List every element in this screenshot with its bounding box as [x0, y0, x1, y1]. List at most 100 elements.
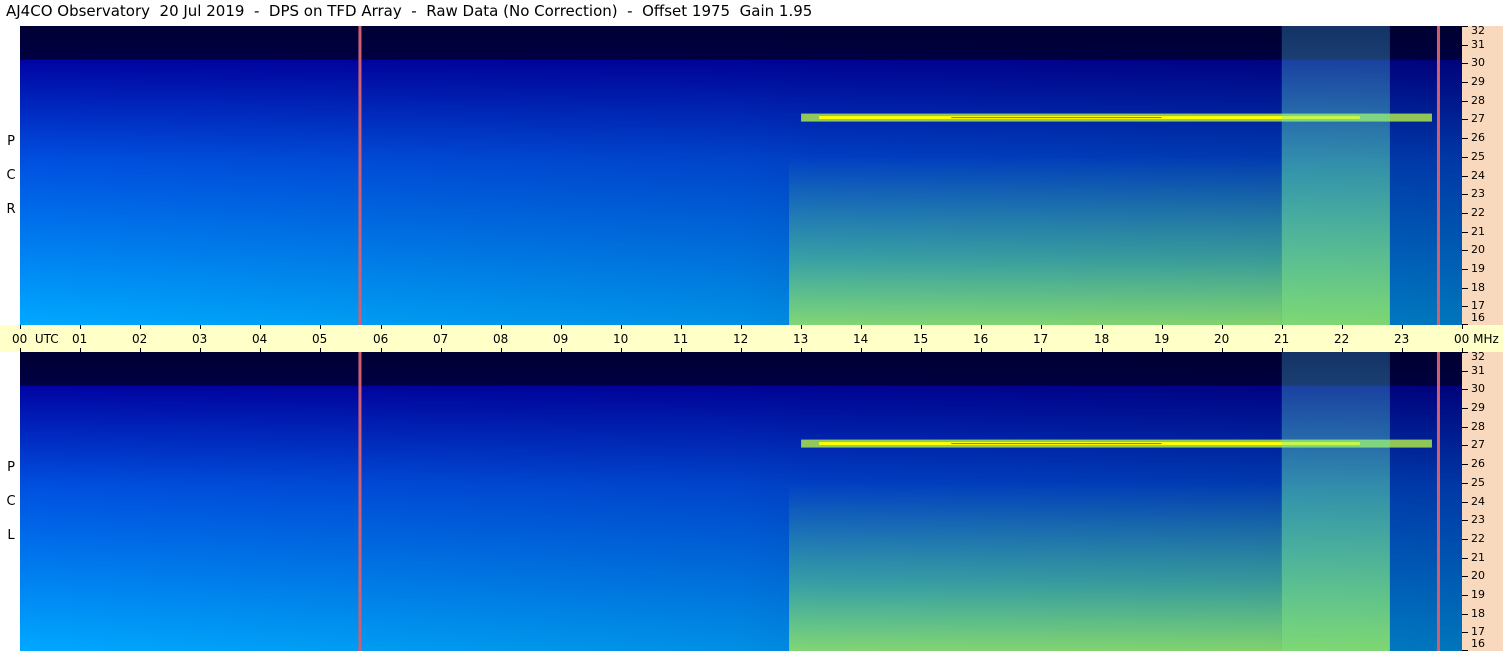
rcp-label-strip: R C P — [0, 26, 20, 325]
rcp-freq-label: 26 — [1471, 131, 1485, 145]
rcp-freq-tick — [1462, 268, 1468, 270]
time-tick-bottom — [861, 348, 862, 352]
time-label: 02 — [132, 332, 148, 346]
rcp-freq-tick — [1462, 250, 1468, 252]
rcp-freq-label: 29 — [1471, 75, 1485, 89]
time-tick-bottom — [1222, 348, 1223, 352]
rcp-freq-tick — [1462, 26, 1468, 27]
lcp-strong-band-peak — [951, 443, 1162, 445]
rcp-spectrogram — [20, 26, 1462, 325]
lcp-freq-tick — [1462, 576, 1468, 578]
rcp-letter-p: P — [7, 134, 15, 149]
lcp-letter-c: C — [6, 494, 16, 509]
rcp-freq-label: 30 — [1471, 56, 1485, 70]
time-tick-top — [621, 325, 622, 329]
rcp-marker-line-0 — [358, 26, 362, 325]
rcp-freq-tick — [1462, 138, 1468, 140]
rcp-freq-label: 16 — [1471, 311, 1485, 324]
rcp-freq-tick — [1462, 82, 1468, 84]
lcp-broadband-burst — [1281, 352, 1390, 651]
time-tick-bottom — [621, 348, 622, 352]
time-tick-top — [861, 325, 862, 329]
time-tick-bottom — [501, 348, 502, 352]
time-tick-top — [801, 325, 802, 329]
rcp-freq-label: 32 — [1471, 24, 1485, 37]
lcp-freq-tick — [1462, 538, 1468, 540]
time-tick-bottom — [1041, 348, 1042, 352]
time-tick-top — [681, 325, 682, 329]
rcp-freq-label: 31 — [1471, 37, 1485, 51]
time-tick-bottom — [260, 348, 261, 352]
time-tick-bottom — [1282, 348, 1283, 352]
rcp-daytime-brightening — [789, 156, 1282, 325]
time-label: 16 — [973, 332, 989, 346]
time-tick-top — [1342, 325, 1343, 329]
time-tick-bottom — [1102, 348, 1103, 352]
time-tick-bottom — [981, 348, 982, 352]
time-label: 17 — [1033, 332, 1049, 346]
lcp-freq-label: 24 — [1471, 494, 1485, 508]
lcp-letter-l: L — [7, 528, 15, 543]
lcp-freq-label: 18 — [1471, 606, 1485, 620]
time-tick-bottom — [20, 348, 21, 352]
lcp-freq-label: 21 — [1471, 550, 1485, 564]
lcp-letter-p: P — [7, 460, 15, 475]
time-tick-bottom — [80, 348, 81, 352]
lcp-freq-tick — [1462, 389, 1468, 391]
chart-title: AJ4CO Observatory 20 Jul 2019 - DPS on T… — [6, 2, 813, 20]
lcp-freq-tick — [1462, 482, 1468, 484]
rcp-freq-tick — [1462, 63, 1468, 65]
rcp-freq-tick — [1462, 100, 1468, 102]
lcp-freq-label: 19 — [1471, 587, 1485, 601]
time-tick-top — [1222, 325, 1223, 329]
time-label: 09 — [553, 332, 569, 346]
time-label: 06 — [373, 332, 389, 346]
lcp-daytime-brightening — [789, 482, 1282, 651]
rcp-freq-label: 27 — [1471, 112, 1485, 126]
time-tick-bottom — [140, 348, 141, 352]
lcp-freq-label: 22 — [1471, 531, 1485, 545]
time-label: 04 — [252, 332, 268, 346]
time-label: 00 UTC — [12, 332, 59, 346]
rcp-frequency-axis: 32 31 30 29 28 27 26 25 24 23 22 21 20 19 18 17 16 — [1462, 24, 1503, 325]
time-label: 18 — [1094, 332, 1110, 346]
rcp-freq-tick — [1462, 119, 1468, 121]
rcp-freq-label: 25 — [1471, 149, 1485, 163]
time-tick-top — [140, 325, 141, 329]
rcp-freq-tick — [1462, 287, 1468, 289]
time-tick-top — [260, 325, 261, 329]
time-tick-top — [741, 325, 742, 329]
time-tick-top — [441, 325, 442, 329]
time-tick-top — [921, 325, 922, 329]
rcp-freq-tick — [1462, 212, 1468, 214]
lcp-freq-label: 25 — [1471, 475, 1485, 489]
time-label: 12 — [733, 332, 749, 346]
time-label: 10 — [613, 332, 629, 346]
time-label: 05 — [312, 332, 328, 346]
rcp-freq-tick — [1462, 175, 1468, 177]
time-tick-bottom — [381, 348, 382, 352]
lcp-freq-tick — [1462, 520, 1468, 522]
time-label: 20 — [1214, 332, 1230, 346]
time-tick-top — [1282, 325, 1283, 329]
lcp-heatmap-svg — [20, 352, 1462, 651]
time-label: 08 — [493, 332, 509, 346]
lcp-freq-label: 30 — [1471, 382, 1485, 396]
rcp-freq-tick — [1462, 156, 1468, 158]
lcp-freq-tick — [1462, 352, 1468, 353]
lcp-spectrogram — [20, 352, 1462, 651]
lcp-freq-tick — [1462, 370, 1468, 372]
rcp-heatmap-svg — [20, 26, 1462, 325]
time-label: 11 — [673, 332, 689, 346]
time-tick-top — [200, 325, 201, 329]
lcp-freq-label: 31 — [1471, 363, 1485, 377]
lcp-frequency-axis: 32 31 30 29 28 27 26 25 24 23 22 21 20 19 18 17 16 — [1462, 350, 1503, 651]
rcp-freq-tick — [1462, 44, 1468, 46]
time-tick-bottom — [320, 348, 321, 352]
lcp-freq-label: 20 — [1471, 569, 1485, 583]
time-tick-bottom — [561, 348, 562, 352]
time-tick-top — [1041, 325, 1042, 329]
lcp-freq-label: 32 — [1471, 350, 1485, 363]
rcp-freq-label: 22 — [1471, 205, 1485, 219]
rcp-strong-band-peak — [951, 117, 1162, 119]
